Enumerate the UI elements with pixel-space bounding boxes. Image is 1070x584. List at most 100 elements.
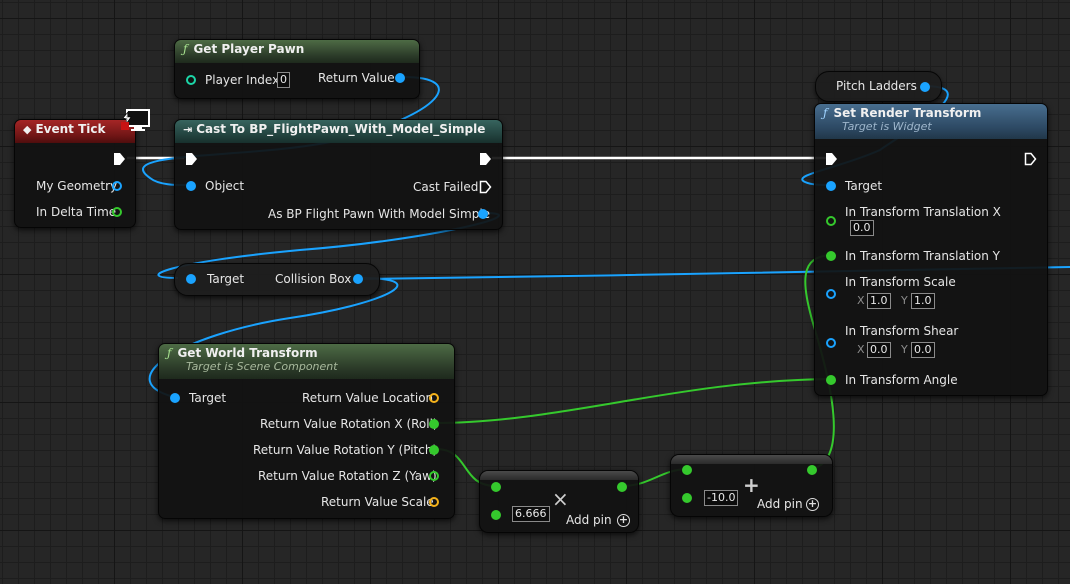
multiply-value-input[interactable]: 6.666: [512, 506, 550, 522]
translation-y-pin[interactable]: [826, 251, 836, 261]
node-header-strip: [480, 471, 638, 480]
angle-pin[interactable]: [826, 375, 836, 385]
exec-out-pin[interactable]: [479, 152, 492, 166]
get-world-transform-header: ƒ Get World Transform Target is Scene Com…: [159, 344, 454, 379]
roll-pin[interactable]: [429, 419, 439, 429]
function-icon: ƒ: [823, 106, 828, 120]
add-pin-icon[interactable]: +: [806, 498, 819, 511]
return-value-label: Return Value: [318, 71, 395, 85]
target-pin[interactable]: [186, 274, 196, 284]
add-value-input[interactable]: -10.0: [704, 490, 739, 506]
event-icon: ◆: [23, 123, 32, 136]
node-subtitle: Target is Scene Component: [186, 360, 338, 373]
get-player-pawn-node[interactable]: ƒ Get Player Pawn Player Index 0 Return V…: [174, 39, 420, 99]
node-title: Get World Transform: [177, 346, 318, 360]
node-subtitle: Target is Widget: [842, 120, 932, 133]
set-render-transform-node[interactable]: ƒ Set Render Transform Target is Widget T…: [814, 103, 1048, 396]
yaw-label: Return Value Rotation Z (Yaw): [258, 469, 437, 483]
scale-x-letter: X: [857, 294, 865, 307]
collision-box-label: Collision Box: [275, 272, 352, 286]
function-icon: ƒ: [183, 42, 188, 56]
scale-pin[interactable]: [826, 289, 836, 299]
output-pin[interactable]: [617, 482, 627, 492]
shear-x-letter: X: [857, 343, 865, 356]
player-index-pin[interactable]: [186, 75, 196, 85]
node-title: Cast To BP_FlightPawn_With_Model_Simple: [196, 122, 486, 136]
node-title: Get Player Pawn: [193, 42, 305, 56]
exec-in-pin[interactable]: [825, 152, 838, 166]
multiply-icon: ×: [552, 487, 569, 511]
player-index-input[interactable]: 0: [277, 72, 290, 88]
node-header-strip: [671, 455, 832, 464]
shear-y-letter: Y: [901, 343, 908, 356]
target-label: Target: [845, 179, 883, 193]
input-a-pin[interactable]: [682, 465, 692, 475]
exec-in-pin[interactable]: [185, 152, 198, 166]
exec-out-pin[interactable]: [1024, 152, 1037, 166]
scale-y-input[interactable]: 1.0: [911, 293, 935, 309]
translation-x-pin[interactable]: [826, 216, 836, 226]
scale-y-letter: Y: [901, 294, 908, 307]
node-title: Set Render Transform: [833, 106, 982, 120]
input-a-pin[interactable]: [491, 482, 501, 492]
shear-pin[interactable]: [826, 338, 836, 348]
pitch-ladders-node[interactable]: Pitch Ladders: [815, 71, 942, 102]
my-geometry-pin[interactable]: [112, 181, 122, 191]
set-render-transform-header: ƒ Set Render Transform Target is Widget: [815, 104, 1047, 139]
roll-label: Return Value Rotation X (Roll): [260, 417, 438, 431]
multiply-node[interactable]: 6.666 × Add pin +: [479, 470, 639, 533]
add-node[interactable]: -10.0 + Add pin +: [670, 454, 833, 517]
monitor-icon: [121, 109, 150, 131]
add-pin-icon[interactable]: +: [617, 514, 630, 527]
pitch-label: Return Value Rotation Y (Pitch): [253, 443, 438, 457]
collision-box-pin[interactable]: [353, 274, 363, 284]
my-geometry-label: My Geometry: [36, 179, 118, 193]
in-delta-time-pin[interactable]: [112, 207, 122, 217]
translation-x-input[interactable]: 0.0: [850, 220, 874, 236]
target-pin[interactable]: [826, 181, 836, 191]
event-tick-header: ◆ Event Tick: [15, 120, 135, 143]
cast-header: ⇥ Cast To BP_FlightPawn_With_Model_Simple: [175, 120, 502, 143]
add-icon: +: [743, 473, 760, 497]
object-pin[interactable]: [186, 181, 196, 191]
cast-failed-pin[interactable]: [479, 180, 492, 194]
output-pin[interactable]: [807, 465, 817, 475]
add-pin-label[interactable]: Add pin: [566, 513, 612, 527]
scale-label: In Transform Scale: [845, 275, 956, 289]
exec-out-pin[interactable]: [113, 152, 126, 166]
pitch-ladders-label: Pitch Ladders: [836, 79, 917, 93]
as-flight-pawn-label: As BP Flight Pawn With Model Simple: [268, 207, 491, 221]
add-pin-label[interactable]: Add pin: [757, 497, 803, 511]
scale-x-input[interactable]: 1.0: [867, 293, 891, 309]
scale-pin[interactable]: [429, 497, 439, 507]
translation-y-label: In Transform Translation Y: [845, 249, 1000, 263]
pitch-pin[interactable]: [429, 445, 439, 455]
target-pin[interactable]: [170, 393, 180, 403]
node-title: Event Tick: [35, 122, 106, 136]
object-label: Object: [205, 179, 245, 193]
input-b-pin[interactable]: [682, 493, 692, 503]
get-world-transform-node[interactable]: ƒ Get World Transform Target is Scene Com…: [158, 343, 455, 519]
collision-box-node[interactable]: Target Collision Box: [174, 263, 380, 296]
return-value-pin[interactable]: [395, 73, 405, 83]
as-flight-pawn-pin[interactable]: [478, 209, 488, 219]
cast-icon: ⇥: [183, 123, 193, 136]
location-pin[interactable]: [429, 393, 439, 403]
shear-x-input[interactable]: 0.0: [867, 342, 891, 358]
event-tick-node[interactable]: ◆ Event Tick My Geometry In Delta Time: [14, 119, 136, 228]
cast-node[interactable]: ⇥ Cast To BP_FlightPawn_With_Model_Simple…: [174, 119, 503, 230]
location-label: Return Value Location: [302, 391, 434, 405]
input-b-pin[interactable]: [491, 510, 501, 520]
yaw-pin[interactable]: [429, 471, 439, 481]
shear-y-input[interactable]: 0.0: [911, 342, 935, 358]
target-label: Target: [207, 272, 245, 286]
player-index-label: Player Index: [205, 73, 280, 87]
shear-label: In Transform Shear: [845, 324, 959, 338]
get-player-pawn-header: ƒ Get Player Pawn: [175, 40, 419, 63]
target-label: Target: [189, 391, 227, 405]
angle-label: In Transform Angle: [845, 373, 958, 387]
scale-label: Return Value Scale: [321, 495, 434, 509]
pitch-ladders-pin[interactable]: [920, 82, 930, 92]
translation-x-label: In Transform Translation X: [845, 205, 1001, 219]
function-icon: ƒ: [167, 346, 172, 360]
